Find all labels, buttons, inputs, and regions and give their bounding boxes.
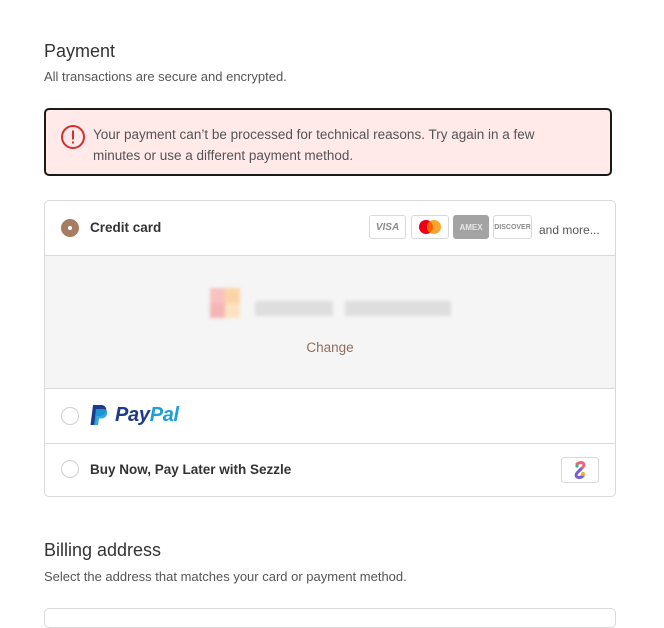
payment-option-sezzle[interactable]: Buy Now, Pay Later with Sezzle — [45, 444, 615, 496]
sezzle-icon — [561, 457, 599, 483]
credit-card-radio[interactable] — [61, 219, 79, 237]
error-message: Your payment can’t be processed for tech… — [93, 127, 535, 163]
amex-icon: AMEX — [453, 215, 489, 239]
paypal-radio[interactable] — [61, 407, 79, 425]
billing-subtitle: Select the address that matches your car… — [44, 569, 407, 584]
card-brand-logo-icon — [210, 288, 240, 318]
and-more-label: and more... — [539, 223, 600, 237]
visa-icon: VISA — [369, 215, 406, 239]
payment-methods: Credit card VISA AMEX DISCOVER and more.… — [44, 200, 616, 497]
discover-icon: DISCOVER — [493, 215, 532, 239]
change-link[interactable]: Change — [45, 340, 615, 355]
error-banner: Your payment can’t be processed for tech… — [44, 108, 612, 176]
sezzle-radio[interactable] — [61, 460, 79, 478]
payment-option-paypal[interactable]: PayPal — [45, 389, 615, 444]
error-alert-icon — [61, 125, 85, 149]
credit-card-label: Credit card — [90, 220, 162, 235]
masked-card-expiry — [345, 301, 451, 316]
payment-option-credit-card[interactable]: Credit card VISA AMEX DISCOVER and more.… — [45, 201, 615, 255]
payment-subtitle: All transactions are secure and encrypte… — [44, 69, 287, 84]
sezzle-label: Buy Now, Pay Later with Sezzle — [90, 462, 292, 477]
mastercard-icon — [411, 215, 449, 239]
payment-title: Payment — [44, 41, 116, 61]
masked-card-number — [255, 301, 333, 316]
saved-card-panel: Change — [45, 255, 615, 389]
billing-address-options — [44, 608, 616, 628]
paypal-icon: PayPal — [89, 402, 179, 428]
billing-title: Billing address — [44, 540, 162, 560]
